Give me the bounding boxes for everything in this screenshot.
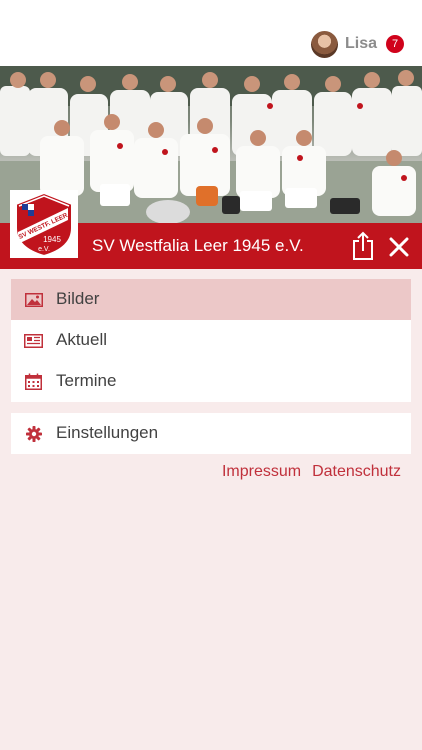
user-profile[interactable]: Lisa 7 bbox=[310, 30, 404, 58]
close-icon[interactable] bbox=[387, 235, 411, 259]
gear-icon bbox=[24, 424, 43, 443]
share-icon[interactable] bbox=[350, 231, 376, 261]
club-crest-icon: SV WESTF. LEER 1945 e.V. bbox=[15, 191, 73, 258]
image-icon bbox=[24, 290, 43, 309]
calendar-icon bbox=[24, 372, 43, 391]
menu-item-aktuell[interactable]: Aktuell bbox=[11, 320, 411, 361]
logo-ev: e.V. bbox=[38, 246, 50, 253]
settings-menu: Einstellungen bbox=[11, 413, 411, 454]
menu-item-label: Termine bbox=[56, 371, 117, 390]
close-button[interactable] bbox=[387, 235, 411, 259]
datenschutz-link[interactable]: Datenschutz bbox=[312, 463, 401, 481]
menu-item-label: Einstellungen bbox=[56, 423, 159, 442]
footer-links: Impressum Datenschutz bbox=[222, 463, 401, 481]
newspaper-icon bbox=[24, 331, 43, 350]
avatar[interactable] bbox=[310, 30, 338, 58]
logo-year: 1945 bbox=[43, 235, 61, 244]
menu-item-label: Aktuell bbox=[56, 330, 108, 349]
menu-item-termine[interactable]: Termine bbox=[11, 361, 411, 402]
menu-item-einstellungen[interactable]: Einstellungen bbox=[11, 413, 411, 454]
club-name: SV Westfalia Leer 1945 e.V. bbox=[92, 236, 304, 255]
user-name[interactable]: Lisa bbox=[345, 35, 377, 53]
share-button[interactable] bbox=[350, 231, 376, 261]
menu-item-bilder[interactable]: Bilder bbox=[11, 279, 411, 320]
top-bar: Lisa 7 bbox=[0, 0, 422, 66]
menu-item-label: Bilder bbox=[56, 289, 100, 308]
club-logo: SV WESTF. LEER 1945 e.V. bbox=[10, 190, 78, 258]
notification-badge[interactable]: 7 bbox=[386, 35, 404, 53]
main-menu: Bilder Aktuell Termine bbox=[11, 279, 411, 402]
impressum-link[interactable]: Impressum bbox=[222, 463, 301, 481]
